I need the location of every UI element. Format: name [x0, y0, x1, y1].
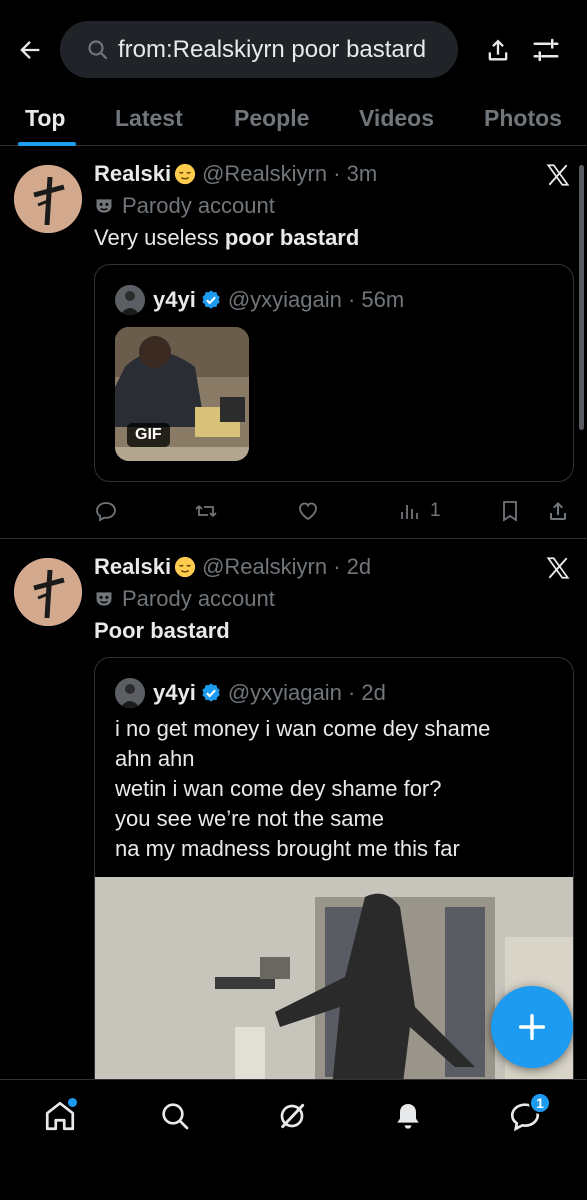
quoted-handle-time: @yxyiagain · 56m	[227, 287, 405, 312]
nav-messages[interactable]: 1	[505, 1092, 551, 1136]
back-arrow-icon	[20, 41, 40, 59]
tweet-text: Poor bastard	[94, 618, 230, 644]
tweet[interactable]: Realski @Realskiyrn · 2d Parody account …	[0, 540, 587, 1097]
quoted-text-line: i no get money i wan come dey shame	[115, 716, 491, 741]
top-header: from:Realskiyrn poor bastard Top Latest …	[0, 0, 587, 146]
quoted-author-name: y4yi	[153, 680, 196, 705]
verified-badge-icon	[202, 290, 220, 309]
nav-search[interactable]	[155, 1096, 195, 1136]
search-icon	[162, 1103, 189, 1130]
verified-badge-icon	[202, 683, 220, 702]
quoted-avatar	[115, 285, 145, 315]
bottom-navigation: 1	[0, 1079, 587, 1200]
tweet-text: Very useless poor bastard	[94, 225, 359, 251]
active-tab-indicator	[18, 142, 76, 146]
scrollbar[interactable]	[579, 165, 584, 430]
tweet-text-plain: Very useless	[94, 225, 225, 250]
grok-icon	[280, 1103, 305, 1129]
tweet-header: Realski @Realskiyrn · 3m	[94, 161, 377, 187]
parody-mask-icon	[96, 199, 112, 213]
quoted-avatar-image	[115, 678, 145, 708]
filter-icon	[533, 38, 559, 62]
reply-button[interactable]	[94, 491, 118, 531]
quoted-avatar-image	[115, 285, 145, 315]
share-search-button[interactable]	[480, 32, 516, 68]
quoted-text-line: na my madness brought me this far	[115, 836, 460, 861]
search-icon	[88, 39, 108, 59]
tweet[interactable]: Realski @Realskiyrn · 3m Parody account …	[0, 147, 587, 539]
parody-label: Parody account	[94, 586, 275, 612]
parody-label-text: Parody account	[122, 193, 275, 218]
author-handle-time[interactable]: @Realskiyrn · 2d	[202, 554, 371, 580]
parody-label: Parody account	[94, 193, 275, 219]
avatar-image	[14, 165, 82, 233]
gif-thumbnail[interactable]: GIF	[115, 327, 249, 461]
gif-badge: GIF	[127, 423, 170, 447]
tweet-header: Realski @Realskiyrn · 2d	[94, 554, 371, 580]
share-button[interactable]	[546, 491, 570, 531]
search-input[interactable]: from:Realskiyrn poor bastard	[60, 21, 458, 78]
relieved-face-icon	[174, 556, 196, 578]
author-name[interactable]: Realski	[94, 161, 171, 187]
relieved-face-icon	[174, 163, 196, 185]
quoted-video[interactable]	[95, 877, 573, 1096]
nav-home[interactable]	[40, 1096, 80, 1136]
compose-icon	[518, 1013, 546, 1041]
quoted-text-line: you see we’re not the same	[115, 806, 385, 831]
views-button[interactable]: 1	[398, 491, 441, 531]
quoted-text-line: wetin i wan come dey shame for?	[115, 776, 442, 801]
share-icon	[488, 39, 508, 61]
avatar[interactable]	[14, 165, 82, 233]
nav-notifications[interactable]	[388, 1096, 428, 1136]
video-frame-image	[95, 877, 573, 1096]
home-notification-dot	[68, 1098, 77, 1107]
quoted-tweet-header: y4yi @yxyiagain · 56m	[115, 285, 404, 315]
tab-top[interactable]: Top	[25, 90, 65, 146]
search-tabs: Top Latest People Videos Photos	[0, 90, 587, 146]
quoted-author-name: y4yi	[153, 287, 196, 312]
tweet-actions: 1	[94, 491, 574, 531]
quoted-tweet-text: i no get money i wan come dey shame ahn …	[115, 714, 490, 864]
quoted-handle-time: @yxyiagain · 2d	[227, 680, 386, 705]
search-results-page: from:Realskiyrn poor bastard Top Latest …	[0, 0, 587, 1200]
quoted-avatar	[115, 678, 145, 708]
parody-label-text: Parody account	[122, 586, 275, 611]
reply-icon	[96, 502, 116, 522]
tab-latest[interactable]: Latest	[115, 90, 183, 146]
repost-icon	[195, 505, 217, 517]
back-button[interactable]	[12, 32, 48, 68]
tab-people[interactable]: People	[234, 90, 309, 146]
x-logo-icon	[546, 557, 570, 579]
nav-grok[interactable]	[272, 1096, 312, 1136]
views-icon	[401, 505, 418, 519]
bell-icon	[397, 1104, 419, 1129]
messages-badge: 1	[529, 1092, 551, 1114]
tweet-text-highlight: Poor bastard	[94, 618, 230, 643]
tab-photos[interactable]: Photos	[484, 90, 562, 146]
avatar[interactable]	[14, 558, 82, 626]
search-query: from:Realskiyrn poor bastard	[118, 35, 427, 63]
like-icon	[299, 502, 317, 521]
x-logo-icon	[546, 164, 570, 186]
views-count: 1	[430, 500, 441, 521]
author-handle-time[interactable]: @Realskiyrn · 3m	[202, 161, 377, 187]
search-filter-button[interactable]	[528, 32, 564, 68]
tweet-text-highlight: poor bastard	[224, 225, 360, 250]
bookmark-button[interactable]	[498, 491, 522, 531]
quoted-text-line: ahn ahn	[115, 746, 195, 771]
quoted-tweet-header: y4yi @yxyiagain · 2d	[115, 678, 386, 708]
parody-mask-icon	[96, 592, 112, 606]
like-button[interactable]	[296, 491, 320, 531]
author-name[interactable]: Realski	[94, 554, 171, 580]
compose-button[interactable]	[491, 986, 573, 1068]
tab-videos[interactable]: Videos	[359, 90, 434, 146]
repost-button[interactable]	[194, 491, 218, 531]
avatar-image	[14, 558, 82, 626]
quoted-tweet[interactable]: y4yi @yxyiagain · 56m GIF	[94, 264, 574, 482]
bookmark-icon	[503, 501, 517, 522]
share-icon	[550, 502, 566, 520]
